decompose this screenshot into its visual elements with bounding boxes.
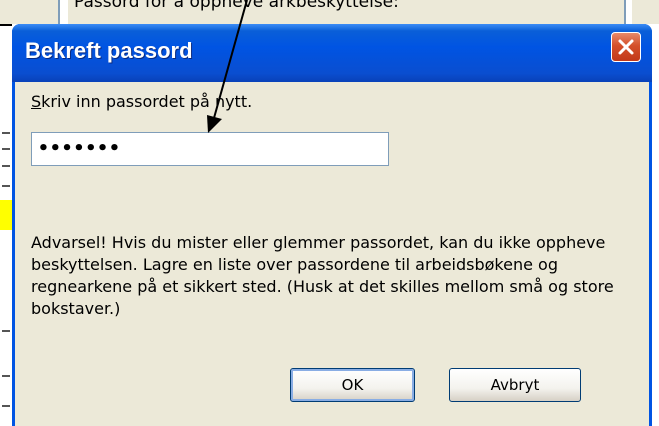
worksheet-cell-mark	[2, 405, 10, 407]
worksheet-cell-mark	[2, 132, 10, 134]
prompt-text: kriv inn passordet på nytt.	[41, 92, 253, 111]
worksheet-cell-mark	[2, 165, 10, 167]
worksheet-cell-mark	[2, 330, 10, 332]
parent-dialog-strip: Passord for å oppheve arkbeskyttelse:	[0, 0, 659, 26]
password-field[interactable]: •••••••	[31, 132, 389, 166]
password-prompt-label: Skriv inn passordet på nytt.	[31, 92, 252, 111]
parent-field-left-edge	[58, 0, 68, 26]
dialog-titlebar[interactable]: Bekreft passord	[12, 24, 652, 82]
worksheet-rule	[0, 24, 12, 26]
worksheet-cell-mark	[2, 185, 10, 187]
worksheet-cell-mark	[2, 375, 10, 377]
parent-dialog-label: Passord for å oppheve arkbeskyttelse:	[74, 0, 399, 12]
warning-message: Advarsel! Hvis du mister eller glemmer p…	[31, 233, 614, 318]
screen: Passord for å oppheve arkbeskyttelse: Be…	[0, 0, 659, 426]
close-button[interactable]	[611, 32, 641, 62]
cancel-button[interactable]: Avbryt	[449, 368, 581, 402]
close-icon	[618, 39, 634, 55]
worksheet-cell-mark	[2, 148, 10, 150]
ok-button[interactable]: OK	[290, 368, 415, 402]
dialog-client-area: Skriv inn passordet på nytt. ••••••• Adv…	[15, 82, 649, 426]
confirm-password-dialog: Bekreft passord Skriv inn passordet på n…	[12, 24, 652, 426]
worksheet-right-strip	[652, 24, 659, 426]
dialog-title: Bekreft passord	[25, 38, 193, 63]
worksheet-yellow-cell	[0, 200, 12, 230]
prompt-accesskey: S	[31, 92, 42, 111]
parent-field-right-edge	[624, 0, 632, 24]
